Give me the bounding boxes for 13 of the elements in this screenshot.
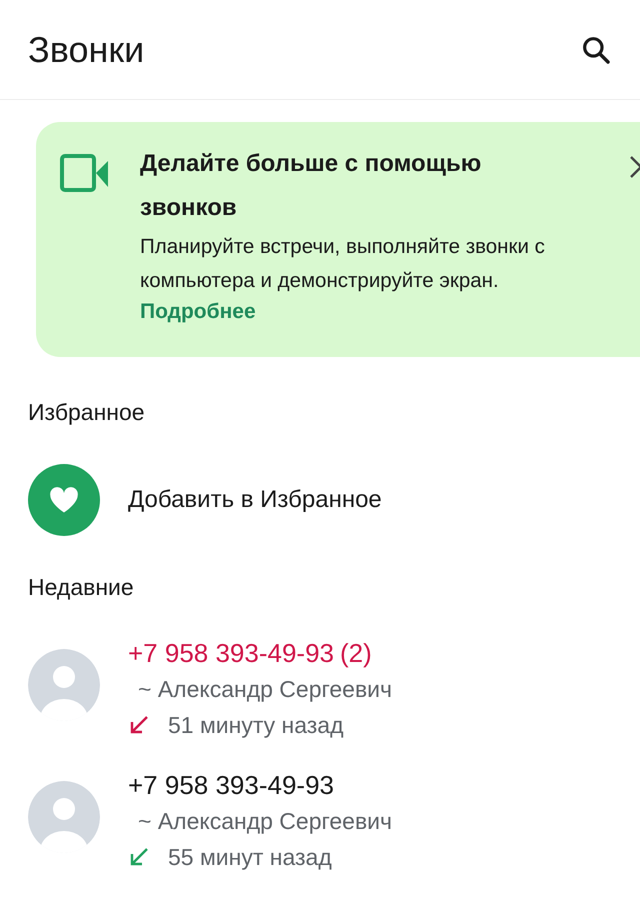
contact-name: ~ Александр Сергеевич	[137, 807, 392, 836]
phone-number: +7 958 393-49-93	[128, 769, 336, 802]
promo-title: Делайте больше с помощью звонков	[140, 149, 482, 223]
screen-title: Звонки	[28, 28, 144, 70]
section-heading: Недавние	[27, 574, 135, 601]
call-time: 55 минут назад	[168, 843, 332, 872]
more-link[interactable]: Подробнее	[140, 298, 256, 326]
add-favorite-button[interactable]: Добавить в Избранное	[0, 464, 382, 536]
section-heading: Избранное	[27, 399, 146, 426]
call-time: 51 минуту назад	[168, 711, 344, 740]
contact-name: ~ Александр Сергеевич	[137, 675, 392, 704]
phone-number: +7 958 393-49-93 (2)	[128, 637, 373, 670]
promo-text: Планируйте встречи, выполняйте звонки с компьютера и демонстрируйте экран.	[140, 234, 546, 294]
